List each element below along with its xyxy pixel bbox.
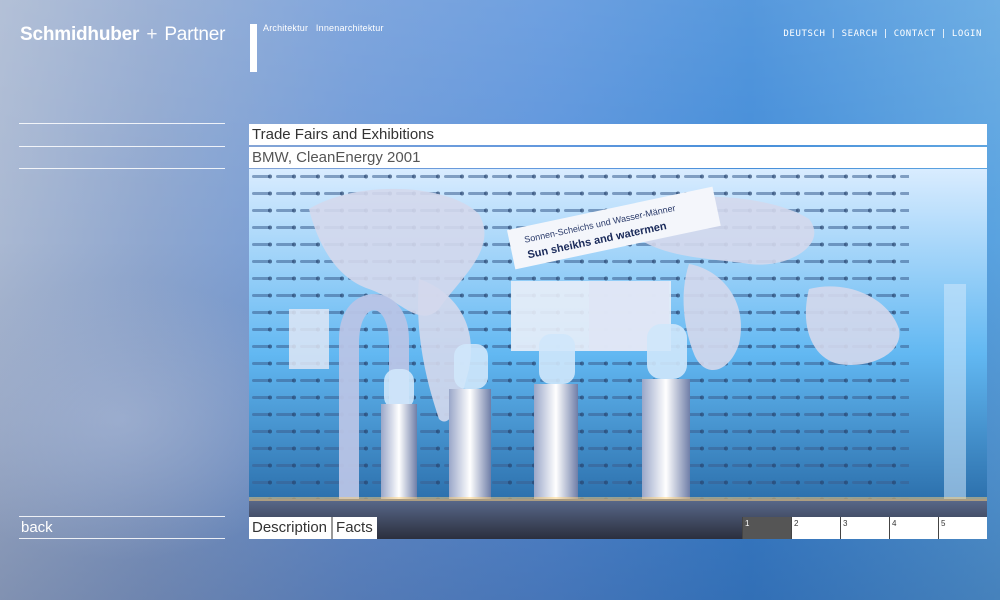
- nav-separator: |: [882, 29, 889, 39]
- nav-login[interactable]: LOGIN: [952, 29, 982, 39]
- category-title: Trade Fairs and Exhibitions: [249, 124, 987, 145]
- page-button-1[interactable]: 1: [742, 517, 791, 539]
- sidebar-divider: [19, 146, 225, 147]
- back-link[interactable]: back: [19, 516, 225, 539]
- project-title: BMW, CleanEnergy 2001: [249, 147, 987, 168]
- tab-facts[interactable]: Facts: [331, 517, 377, 539]
- nav-separator: |: [940, 29, 947, 39]
- nav-search[interactable]: SEARCH: [842, 29, 878, 39]
- subnav: Architektur Innenarchitektur: [263, 23, 389, 33]
- project-photo: Sonnen-Scheichs und Wasser-Männer Sun sh…: [249, 169, 987, 539]
- tab-description[interactable]: Description: [249, 517, 332, 539]
- header-divider-bar: [250, 24, 257, 72]
- page-button-4[interactable]: 4: [889, 517, 938, 539]
- bottom-bar-spacer: [377, 517, 742, 539]
- logo-bold: Schmidhuber: [20, 24, 140, 45]
- bottom-bar: Description Facts 1 2 3 4 5: [249, 517, 987, 539]
- page-button-2[interactable]: 2: [791, 517, 840, 539]
- subnav-innenarchitektur[interactable]: Innenarchitektur: [316, 23, 384, 33]
- image-pager: 1 2 3 4 5: [742, 517, 987, 539]
- nav-separator: |: [830, 29, 837, 39]
- nav-deutsch[interactable]: DEUTSCH: [783, 29, 825, 39]
- logo[interactable]: Schmidhuber + Partner: [20, 24, 225, 46]
- sidebar-divider: [19, 123, 225, 124]
- nav-contact[interactable]: CONTACT: [894, 29, 936, 39]
- subnav-architektur[interactable]: Architektur: [263, 23, 308, 33]
- top-navigation: DEUTSCH | SEARCH | CONTACT | LOGIN: [783, 29, 982, 39]
- logo-light: Partner: [164, 24, 226, 45]
- page-button-3[interactable]: 3: [840, 517, 889, 539]
- page-button-5[interactable]: 5: [938, 517, 987, 539]
- sidebar-divider: [19, 168, 225, 169]
- logo-plus: +: [146, 24, 158, 45]
